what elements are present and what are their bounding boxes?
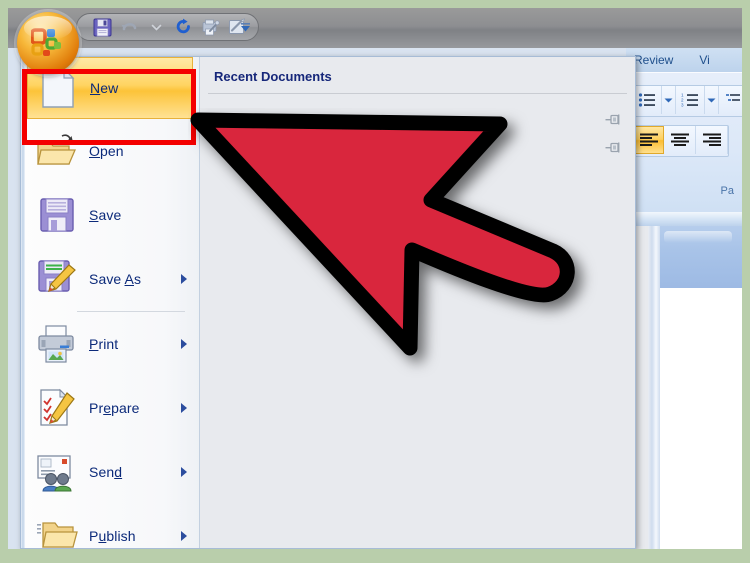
ribbon-bottom-edge [626, 212, 742, 227]
ribbon-group-label: Pa [720, 185, 734, 197]
document-scroll-gutter[interactable] [648, 226, 660, 549]
bullet-list-icon[interactable] [633, 86, 662, 114]
save-icon[interactable] [91, 16, 113, 38]
quick-print-icon[interactable] [199, 16, 221, 38]
recent-documents-heading: Recent Documents [214, 69, 332, 84]
office-button[interactable] [17, 12, 79, 74]
alignment-button-group [632, 125, 729, 157]
menu-item-label: Prepare [89, 400, 140, 416]
align-right-icon[interactable] [696, 126, 728, 154]
submenu-arrow-icon [181, 339, 187, 349]
qat-customize-dropdown-icon[interactable] [238, 20, 252, 34]
menu-item-publish[interactable]: Publish [21, 504, 199, 548]
menu-item-open[interactable]: Open [21, 119, 199, 183]
menu-item-label: New [90, 80, 119, 96]
submenu-arrow-icon [181, 531, 187, 541]
undo-icon[interactable] [118, 16, 140, 38]
quick-access-toolbar[interactable] [76, 13, 259, 41]
office-menu-popup: New Open Save Save As Print Prepare Send… [20, 56, 636, 549]
recent-documents-panel: Recent Documents [200, 57, 635, 548]
publish-folder-icon [35, 514, 79, 548]
send-icon [35, 450, 79, 494]
menu-item-label: Print [89, 336, 119, 352]
office-menu-commands: New Open Save Save As Print Prepare Send… [21, 57, 200, 548]
menu-item-print[interactable]: Print [21, 312, 199, 376]
numbered-list-dropdown-icon[interactable] [705, 86, 719, 114]
menu-item-label: Open [89, 143, 124, 159]
bullet-list-dropdown-icon[interactable] [662, 86, 676, 114]
menu-item-save-as[interactable]: Save As [21, 247, 199, 311]
tab-review[interactable]: Review [634, 53, 673, 67]
tab-view[interactable]: Vi [699, 53, 709, 67]
save-as-icon [35, 257, 79, 301]
multilevel-list-icon[interactable] [719, 86, 742, 114]
list-button-group: 1 2 3 [632, 85, 742, 117]
menu-item-label: Send [89, 464, 123, 480]
floppy-disk-icon [35, 193, 79, 237]
ribbon: Review Vi 1 2 3 Pa [626, 48, 742, 549]
align-left-icon[interactable] [633, 126, 664, 154]
menu-item-label: Save As [89, 271, 142, 287]
menu-item-label: Save [89, 207, 122, 223]
pin-icon[interactable] [605, 113, 621, 129]
open-folder-icon [35, 129, 79, 173]
menu-item-prepare[interactable]: Prepare [21, 376, 199, 440]
undo-dropdown-icon[interactable] [145, 16, 167, 38]
printer-icon [35, 322, 79, 366]
ribbon-group-paragraph: 1 2 3 Pa [626, 72, 742, 213]
document-page[interactable] [660, 288, 742, 549]
svg-text:3: 3 [681, 103, 684, 108]
title-bar [8, 8, 742, 74]
submenu-arrow-icon [181, 274, 187, 284]
submenu-arrow-icon [181, 467, 187, 477]
menu-item-send[interactable]: Send [21, 440, 199, 504]
pin-icon[interactable] [605, 141, 621, 157]
menu-item-label: Publish [89, 528, 136, 544]
document-header-strip [660, 226, 742, 289]
word-application-window: Review Vi 1 2 3 Pa New Open Save Save As… [8, 8, 742, 549]
align-center-icon[interactable] [664, 126, 696, 154]
prepare-icon [35, 386, 79, 430]
recent-documents-divider [208, 93, 627, 94]
ribbon-tab-strip[interactable]: Review Vi [626, 48, 742, 72]
numbered-list-icon[interactable]: 1 2 3 [676, 86, 705, 114]
menu-item-save[interactable]: Save [21, 183, 199, 247]
redo-icon[interactable] [172, 16, 194, 38]
submenu-arrow-icon [181, 403, 187, 413]
